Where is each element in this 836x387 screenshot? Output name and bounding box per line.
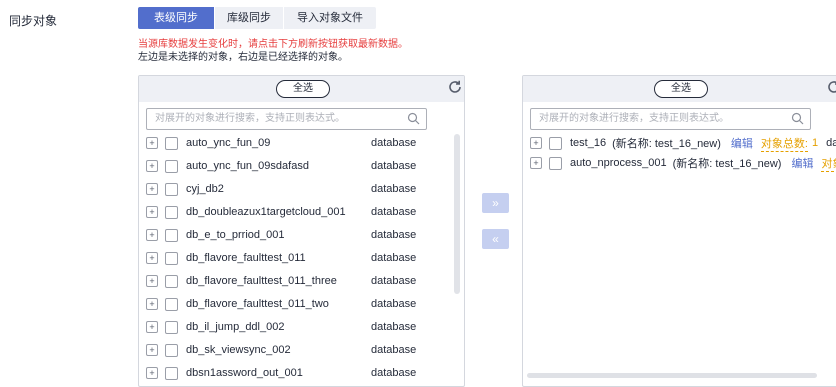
list-item[interactable]: + db_flavore_faulttest_011_two database [139, 295, 416, 313]
list-item[interactable]: + db_e_to_prriod_001 database [139, 226, 416, 244]
list-item[interactable]: + db_il_jump_ddl_002 database [139, 318, 416, 336]
object-count-value: 1 [811, 137, 819, 149]
item-name: auto_nprocess_001 [570, 157, 667, 169]
list-item[interactable]: + test_16 (新名称: test_16_new) 编辑对象总数:1 databa… [523, 134, 836, 152]
item-type: database [371, 321, 417, 333]
tab-table-sync[interactable]: 表级同步 [138, 7, 214, 29]
item-checkbox[interactable] [165, 366, 178, 380]
list-item[interactable]: + db_doubleazux1targetcloud_001 database [139, 203, 416, 221]
list-item[interactable]: + db_sk_viewsync_002 database [139, 341, 416, 359]
item-name: db_sk_viewsync_002 [186, 344, 291, 356]
item-name: db_flavore_faulttest_011_three [186, 275, 337, 287]
horizontal-scrollbar[interactable] [527, 373, 817, 378]
selected-objects-panel: 全选 +test_16(新名称: test_16_new)编辑对象总数:1dat… [522, 75, 836, 387]
item-name: cyj_db2 [186, 183, 224, 195]
expand-icon[interactable]: + [146, 298, 158, 310]
item-name: auto_ync_fun_09sdafasd [186, 160, 309, 172]
item-type: database [371, 137, 417, 149]
refresh-icon[interactable] [447, 79, 463, 95]
expand-icon[interactable]: + [146, 367, 158, 379]
edit-link[interactable]: 编辑 [731, 135, 753, 151]
expand-icon[interactable]: + [146, 183, 158, 195]
object-count-link[interactable]: 对象总数: [821, 155, 836, 172]
item-checkbox[interactable] [165, 343, 178, 357]
list-item[interactable]: + auto_ync_fun_09sdafasd database [139, 157, 416, 175]
expand-icon[interactable]: + [146, 137, 158, 149]
search-icon[interactable] [407, 112, 420, 125]
edit-link[interactable]: 编辑 [791, 155, 813, 171]
item-type: database [371, 275, 417, 287]
item-checkbox[interactable] [549, 136, 562, 150]
search-field[interactable] [146, 108, 427, 130]
expand-icon[interactable]: + [146, 229, 158, 241]
item-name: db_flavore_faulttest_011_two [186, 298, 329, 310]
item-name: auto_ync_fun_09 [186, 137, 271, 149]
expand-icon[interactable]: + [530, 157, 542, 169]
search-input[interactable] [531, 109, 779, 127]
item-type: database [371, 229, 417, 241]
move-right-button[interactable]: » [482, 193, 509, 213]
object-count-link[interactable]: 对象总数: [760, 135, 808, 152]
item-name: dbsn1assword_out_001 [186, 367, 303, 379]
search-icon[interactable] [791, 112, 804, 125]
search-field[interactable] [530, 108, 811, 130]
item-type: database [371, 344, 417, 356]
list-item[interactable]: + auto_ync_fun_09 database [139, 134, 416, 152]
item-new-name: (新名称: test_16_new) [672, 158, 782, 170]
item-checkbox[interactable] [165, 297, 178, 311]
move-left-button[interactable]: « [482, 229, 509, 249]
list-item[interactable]: + dbsn1assword_out_001 database [139, 364, 416, 382]
item-type: database [371, 298, 417, 310]
item-name: test_16 [570, 137, 607, 149]
expand-icon[interactable]: + [146, 344, 158, 356]
vertical-scrollbar[interactable] [454, 134, 460, 294]
select-all-button[interactable]: 全选 [654, 80, 708, 98]
expand-icon[interactable]: + [146, 321, 158, 333]
select-all-button[interactable]: 全选 [276, 80, 330, 98]
item-checkbox[interactable] [165, 251, 178, 265]
refresh-icon[interactable] [826, 79, 836, 95]
item-type: database [371, 183, 417, 195]
item-name: db_il_jump_ddl_002 [186, 321, 285, 333]
tab-database-sync[interactable]: 库级同步 [214, 7, 283, 29]
unselected-objects-panel: 全选 + auto_ync_fun_09 database + auto_ync_fun… [138, 75, 465, 387]
expand-icon[interactable]: + [146, 206, 158, 218]
item-checkbox[interactable] [165, 159, 178, 173]
sync-mode-tabs: 表级同步 库级同步 导入对象文件 [138, 7, 376, 29]
expand-icon[interactable]: + [146, 275, 158, 287]
tab-import-object-file[interactable]: 导入对象文件 [283, 7, 376, 29]
expand-icon[interactable]: + [146, 252, 158, 264]
item-checkbox[interactable] [165, 228, 178, 242]
item-checkbox[interactable] [165, 205, 178, 219]
item-name: db_flavore_faulttest_011 [186, 252, 306, 264]
item-type: database [371, 252, 417, 264]
item-checkbox[interactable] [165, 136, 178, 150]
selection-note: 左边是未选择的对象，右边是已经选择的对象。 [138, 52, 348, 63]
sync-object-label: 同步对象 [9, 14, 58, 28]
item-type: database [371, 367, 417, 379]
list-item[interactable]: + db_flavore_faulttest_011_three database [139, 272, 416, 290]
item-new-name: (新名称: test_16_new) [612, 138, 721, 150]
expand-icon[interactable]: + [146, 160, 158, 172]
item-type: database [371, 160, 417, 172]
list-item[interactable]: + db_flavore_faulttest_011 database [139, 249, 416, 267]
item-checkbox[interactable] [549, 156, 562, 170]
list-item[interactable]: + auto_nprocess_001 (新名称: test_16_new) 编辑对象… [523, 154, 836, 172]
item-checkbox[interactable] [165, 274, 178, 288]
panel-header: 全选 [523, 76, 836, 102]
item-type: database [371, 206, 417, 218]
item-checkbox[interactable] [165, 182, 178, 196]
item-type: database [826, 137, 836, 149]
expand-icon[interactable]: + [530, 137, 542, 149]
panel-header: 全选 [139, 76, 464, 102]
item-name: db_e_to_prriod_001 [186, 229, 285, 241]
list-item[interactable]: + cyj_db2 database [139, 180, 416, 198]
item-name: db_doubleazux1targetcloud_001 [186, 206, 346, 218]
search-input[interactable] [147, 109, 395, 127]
item-checkbox[interactable] [165, 320, 178, 334]
